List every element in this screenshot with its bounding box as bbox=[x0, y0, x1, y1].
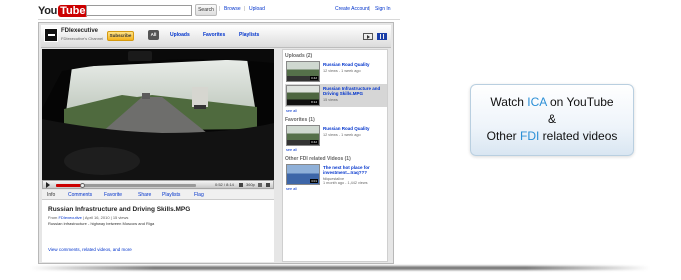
video-thumbnail[interactable]: 3:01 bbox=[286, 164, 320, 185]
popout-icon[interactable] bbox=[258, 183, 262, 187]
callout-text: Other bbox=[486, 129, 520, 143]
grid-view-icon[interactable] bbox=[377, 33, 387, 40]
header-divider bbox=[38, 19, 400, 20]
logo-tube: Tube bbox=[58, 4, 88, 17]
tab-uploads[interactable]: Uploads bbox=[170, 32, 190, 38]
upload-date-views: | April 16, 2010 | 15 views bbox=[82, 215, 129, 220]
duration-badge: 0:42 bbox=[310, 140, 318, 144]
callout-line-3: Other FDI related videos bbox=[471, 129, 633, 143]
duration-badge: 8:14 bbox=[310, 100, 318, 104]
related-header: Other FDI related Videos (1) bbox=[285, 156, 351, 162]
see-all-link[interactable]: see all bbox=[286, 148, 297, 152]
callout-text: on YouTube bbox=[546, 95, 614, 109]
item-title[interactable]: The next hot place for investment...Iraq… bbox=[323, 165, 385, 175]
uploads-header: Uploads (2) bbox=[285, 53, 313, 59]
tab-flag[interactable]: Flag bbox=[194, 192, 204, 198]
callout-text: Watch bbox=[490, 95, 528, 109]
progress-handle[interactable] bbox=[79, 183, 85, 188]
from-label: From bbox=[48, 215, 58, 220]
see-all-link[interactable]: see all bbox=[286, 187, 297, 191]
video-player[interactable] bbox=[42, 49, 274, 180]
list-item[interactable]: 0:42 Russian Road Quality 12 views - 1 w… bbox=[285, 60, 387, 83]
player-controls: 0:52 / 8:14 360p bbox=[42, 180, 274, 189]
item-meta: 1 month ago - 1,442 views bbox=[323, 181, 368, 185]
divider: | bbox=[369, 6, 371, 12]
progress-fill bbox=[56, 184, 83, 187]
sign-in-link[interactable]: Sign In bbox=[375, 6, 391, 12]
search-input[interactable] bbox=[86, 5, 192, 16]
sidebar: Uploads (2) 0:42 Russian Road Quality 12… bbox=[282, 49, 388, 262]
channel-avatar[interactable] bbox=[44, 28, 58, 42]
tab-favorites[interactable]: Favorites bbox=[203, 32, 225, 38]
list-item[interactable]: 3:01 The next hot place for investment..… bbox=[285, 163, 387, 186]
video-frame-image bbox=[42, 49, 274, 180]
nav-upload[interactable]: Upload bbox=[249, 6, 265, 12]
logo-you: You bbox=[38, 4, 58, 17]
video-info: Russian Infrastructure and Driving Skill… bbox=[42, 200, 274, 262]
list-item-selected[interactable]: 8:14 Russian Infrastructure and Driving … bbox=[285, 84, 387, 107]
callout-line-1: Watch ICA on YouTube bbox=[471, 95, 633, 109]
youtube-header: You Tube Search | Browse | Upload Create… bbox=[0, 0, 400, 22]
duration-badge: 3:01 bbox=[310, 179, 318, 183]
callout-highlight-fdi: FDI bbox=[519, 129, 540, 143]
video-thumbnail[interactable]: 0:42 bbox=[286, 61, 320, 82]
more-link[interactable]: View comments, related videos, and more bbox=[48, 247, 132, 252]
tab-video-playlists[interactable]: Playlists bbox=[162, 192, 180, 198]
volume-icon[interactable] bbox=[239, 183, 243, 187]
video-description: Russian infrastructure - highway between… bbox=[48, 221, 155, 226]
tab-all[interactable]: All bbox=[148, 30, 159, 40]
duration-badge: 0:42 bbox=[310, 76, 318, 80]
tab-share[interactable]: Share bbox=[138, 192, 151, 198]
fullscreen-icon[interactable] bbox=[266, 183, 270, 187]
video-title: Russian Infrastructure and Driving Skill… bbox=[48, 206, 191, 213]
tab-favorite[interactable]: Favorite bbox=[104, 192, 122, 198]
video-tabs: Info Comments Favorite Share Playlists F… bbox=[42, 190, 274, 200]
tab-info[interactable]: Info bbox=[47, 192, 55, 198]
channel-name[interactable]: FDIexecutive bbox=[61, 28, 98, 34]
progress-bar[interactable] bbox=[56, 183, 196, 188]
item-meta: 12 views - 1 week ago bbox=[323, 69, 361, 73]
item-meta: 12 views - 1 week ago bbox=[323, 133, 361, 137]
item-meta: 15 views bbox=[323, 98, 338, 102]
subscribe-button[interactable]: Subscribe bbox=[107, 31, 134, 41]
video-thumbnail[interactable]: 0:42 bbox=[286, 125, 320, 146]
tab-comments[interactable]: Comments bbox=[68, 192, 92, 198]
callout-text: related videos bbox=[539, 129, 618, 143]
divider: | bbox=[244, 6, 246, 12]
create-account-link[interactable]: Create Account bbox=[335, 6, 369, 12]
player-view-icon[interactable] bbox=[363, 33, 373, 40]
see-all-link[interactable]: see all bbox=[286, 109, 297, 113]
ground-shadow bbox=[30, 266, 650, 270]
callout-highlight-ica: ICA bbox=[527, 95, 547, 109]
time-display: 0:52 / 8:14 bbox=[215, 182, 234, 187]
item-title[interactable]: Russian Infrastructure and Driving Skill… bbox=[323, 86, 385, 96]
play-icon[interactable] bbox=[46, 182, 50, 188]
channel-header: FDIexecutive FDIexecutive's Channel Subs… bbox=[41, 25, 391, 48]
video-meta: From FDIexecutive | April 16, 2010 | 15 … bbox=[48, 215, 128, 220]
channel-subtitle: FDIexecutive's Channel bbox=[61, 36, 104, 41]
item-title[interactable]: Russian Road Quality bbox=[323, 62, 385, 67]
nav-browse[interactable]: Browse bbox=[224, 6, 241, 12]
video-thumbnail[interactable]: 8:14 bbox=[286, 85, 320, 106]
callout-ampersand: & bbox=[547, 112, 556, 126]
favorites-header: Favorites (1) bbox=[285, 117, 315, 123]
list-item[interactable]: 0:42 Russian Road Quality 12 views - 1 w… bbox=[285, 124, 387, 147]
item-title[interactable]: Russian Road Quality bbox=[323, 126, 385, 131]
youtube-screenshot: You Tube Search | Browse | Upload Create… bbox=[0, 0, 448, 280]
tab-playlists[interactable]: Playlists bbox=[239, 32, 259, 38]
uploader-link[interactable]: FDIexecutive bbox=[58, 215, 81, 220]
callout-box: Watch ICA on YouTube & Other FDI related… bbox=[470, 84, 634, 156]
youtube-logo[interactable]: You Tube bbox=[38, 3, 88, 18]
search-button[interactable]: Search bbox=[195, 4, 217, 16]
channel-frame: FDIexecutive FDIexecutive's Channel Subs… bbox=[38, 22, 394, 264]
divider: | bbox=[219, 6, 221, 12]
quality-selector[interactable]: 360p bbox=[246, 182, 255, 187]
